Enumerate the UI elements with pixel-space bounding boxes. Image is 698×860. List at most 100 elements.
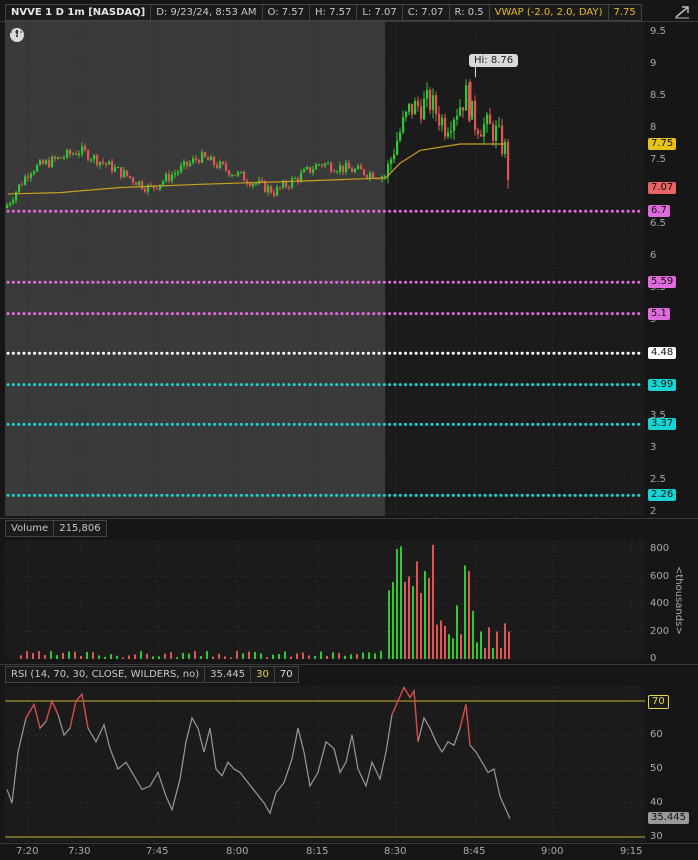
candle-body	[423, 98, 426, 120]
candle-body	[273, 192, 276, 196]
volume-bar	[278, 654, 280, 659]
candle-body	[414, 100, 417, 115]
volume-axis-label: 800	[650, 543, 670, 554]
candle-body	[348, 163, 351, 169]
candle-body	[453, 119, 456, 131]
volume-bar	[212, 656, 214, 659]
volume-bar	[38, 651, 40, 659]
candle-body	[177, 171, 180, 174]
candle-body	[174, 173, 177, 175]
candle-body	[189, 162, 192, 166]
candle-body	[213, 156, 216, 165]
candle-body	[171, 174, 174, 182]
candle-body	[360, 165, 363, 170]
price-axis-label: 3	[650, 442, 657, 453]
volume-bar	[104, 656, 106, 659]
volume-bar	[488, 627, 490, 659]
candle-body	[219, 161, 222, 169]
hi-callout-stem	[475, 67, 476, 77]
candle-body	[207, 157, 210, 161]
time-axis-label: 8:15	[306, 846, 329, 857]
volume-bar	[62, 652, 64, 659]
time-axis-label: 7:45	[146, 846, 169, 857]
candle-body	[9, 203, 12, 205]
volume-bar	[452, 638, 454, 659]
candle-body	[489, 114, 492, 125]
rsi-overbought-segment	[45, 700, 53, 722]
candle-body	[390, 159, 393, 164]
candle-body	[480, 134, 483, 137]
volume-bar	[308, 655, 310, 659]
candle-body	[429, 89, 432, 111]
candle-body	[84, 146, 87, 151]
candle-body	[462, 107, 465, 111]
volume-bar	[392, 582, 394, 659]
price-axis-label: 9.5	[650, 26, 666, 37]
candle-body	[141, 181, 144, 189]
volume-bar	[272, 654, 274, 659]
volume-bar	[254, 652, 256, 659]
volume-bar	[170, 652, 172, 659]
candle-body	[6, 204, 9, 208]
rsi-overbought-segment	[409, 690, 415, 698]
volume-bar	[86, 651, 88, 659]
volume-bar	[420, 593, 422, 659]
volume-bar	[468, 571, 470, 659]
rsi-overbought-tag: 70	[648, 695, 669, 709]
candle-body	[156, 187, 159, 190]
volume-bar	[388, 590, 390, 659]
price-axis-label: 8	[650, 122, 657, 133]
rsi-overbought-segment	[413, 690, 419, 742]
candle-body	[75, 153, 78, 155]
time-axis-label: 8:30	[384, 846, 407, 857]
volume-bar	[140, 651, 142, 659]
candle-body	[102, 161, 105, 164]
candle-body	[303, 169, 306, 173]
volume-bar	[32, 653, 34, 659]
candle-body	[330, 163, 333, 172]
candle-body	[27, 176, 30, 178]
candle-body	[54, 156, 57, 159]
time-axis-label: 8:45	[463, 846, 486, 857]
candle-body	[441, 117, 444, 126]
candle-body	[447, 132, 450, 137]
candle-body	[120, 167, 123, 178]
candle-body	[18, 184, 21, 193]
volume-bar	[116, 655, 118, 659]
candle-body	[306, 167, 309, 170]
candle-body	[132, 177, 135, 183]
candle-body	[327, 163, 330, 165]
candle-body	[39, 160, 42, 165]
level-price-tag: 4.48	[648, 347, 677, 360]
candle-body	[12, 200, 15, 204]
rsi-axis-label: 50	[650, 763, 663, 774]
volume-bar	[206, 651, 208, 659]
candle-body	[108, 161, 111, 165]
candle-body	[318, 164, 321, 166]
candle-body	[240, 171, 243, 173]
candle-body	[195, 158, 198, 161]
volume-bar	[290, 656, 292, 659]
rsi-overbought-segment	[403, 687, 411, 698]
volume-bar	[484, 648, 486, 659]
volume-bar	[98, 655, 100, 659]
level-price-tag: 2.26	[648, 489, 677, 502]
candle-body	[396, 140, 399, 155]
candle-body	[204, 152, 207, 158]
chart-drawing-layer	[5, 22, 645, 842]
candle-body	[366, 175, 369, 178]
candle-body	[411, 103, 414, 115]
candle-body	[45, 160, 48, 165]
volume-bar	[260, 653, 262, 659]
candle-body	[249, 183, 252, 186]
rsi-overbought-segment	[81, 694, 89, 729]
candle-body	[180, 165, 183, 172]
candle-body	[243, 171, 246, 182]
level-price-tag: 3.37	[648, 418, 677, 431]
candle-body	[57, 157, 60, 159]
time-axis-label: 7:30	[68, 846, 91, 857]
candle-body	[111, 161, 114, 172]
volume-bar	[74, 651, 76, 659]
candle-body	[33, 171, 36, 174]
volume-bar	[412, 586, 414, 659]
